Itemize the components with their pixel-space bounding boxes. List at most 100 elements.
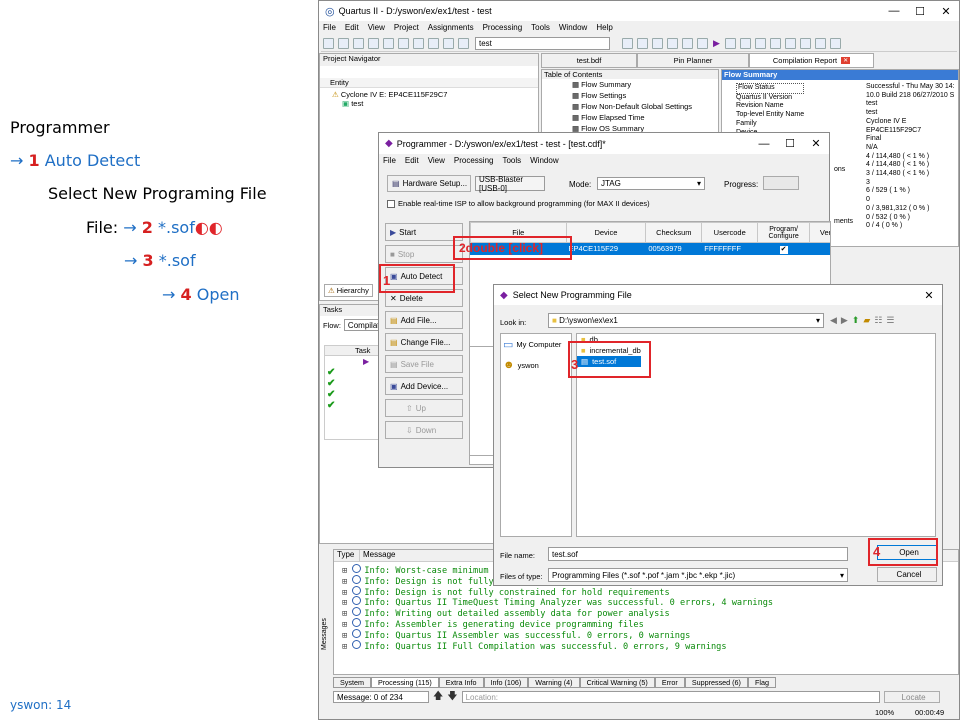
col-usercode[interactable]: Usercode <box>701 222 759 243</box>
message-tab[interactable]: Warning (4) <box>528 677 580 688</box>
copy-icon[interactable] <box>413 38 424 49</box>
stop-button[interactable]: ■ Stop <box>385 245 463 263</box>
menu-file[interactable]: File <box>323 23 336 32</box>
msg-col-type[interactable]: Type <box>334 550 360 561</box>
programmer-minimize-button[interactable]: — <box>751 135 777 153</box>
sopc-icon[interactable] <box>829 38 841 49</box>
message-row[interactable]: ⊞ Info: Quartus II Assembler was success… <box>342 628 958 641</box>
up-button[interactable]: ⇧ Up <box>385 399 463 417</box>
clock-icon[interactable] <box>769 38 781 49</box>
message-row[interactable]: ⊞ Info: Quartus II TimeQuest Timing Anal… <box>342 596 958 608</box>
settings-icon[interactable] <box>622 38 633 49</box>
close-tab-icon[interactable]: ✕ <box>841 57 851 64</box>
place-my-computer[interactable]: ▭ My Computer <box>501 334 571 355</box>
arrow-down-icon[interactable]: 🡇 <box>447 689 457 706</box>
menu-edit[interactable]: Edit <box>345 23 359 32</box>
message-tab[interactable]: Extra Info <box>438 677 484 688</box>
menu-assignments[interactable]: Assignments <box>428 23 474 32</box>
tab-pin-planner[interactable]: Pin Planner <box>637 53 749 68</box>
start-button[interactable]: ▶ Start <box>385 223 463 241</box>
chip-icon[interactable] <box>637 38 648 49</box>
programmer-close-button[interactable]: ✕ <box>803 135 829 153</box>
new-folder-icon[interactable]: ▰ <box>863 315 870 326</box>
cancel-button[interactable]: Cancel <box>877 567 937 582</box>
hardware-setup-button[interactable]: ▤ Hardware Setup... <box>387 175 471 192</box>
file-dialog-close-button[interactable]: ✕ <box>916 286 942 304</box>
prog-menu-tools[interactable]: Tools <box>502 156 521 165</box>
msg-col-message[interactable]: Message <box>360 550 395 561</box>
programmer-icon[interactable] <box>799 38 811 49</box>
mode-select[interactable]: JTAG ▾ <box>597 177 705 190</box>
message-row[interactable]: ⊞ Info: Quartus II Full Compilation was … <box>342 639 958 652</box>
close-button[interactable]: ✕ <box>933 2 959 20</box>
forward-icon[interactable]: ▶ <box>841 315 848 326</box>
col-device[interactable]: Device <box>565 222 647 243</box>
save-icon[interactable] <box>353 38 364 49</box>
save-file-button[interactable]: ▤ Save File <box>385 355 463 373</box>
prog-menu-view[interactable]: View <box>428 156 445 165</box>
prog-menu-file[interactable]: File <box>383 156 396 165</box>
message-row[interactable]: ⊞ Info: Design is not fully constrained … <box>342 585 958 598</box>
message-tab[interactable]: System <box>333 677 371 688</box>
print-icon[interactable] <box>383 38 394 49</box>
list-view-icon[interactable]: ☷ <box>874 315 882 326</box>
tab-compilation-report[interactable]: Compilation Report ✕ <box>749 53 874 68</box>
toc-item[interactable]: ▦ Flow Settings <box>572 90 718 101</box>
message-tab[interactable]: Processing (115) <box>370 677 439 688</box>
col-verify[interactable]: Ver <box>809 222 830 243</box>
redo-icon[interactable] <box>458 38 469 49</box>
open-icon[interactable] <box>338 38 349 49</box>
detail-view-icon[interactable]: ☰ <box>886 315 894 326</box>
down-button[interactable]: ⇩ Down <box>385 421 463 439</box>
minimize-button[interactable]: — <box>881 2 907 20</box>
menu-project[interactable]: Project <box>394 23 419 32</box>
analyze-icon[interactable] <box>667 38 678 49</box>
undo-icon[interactable] <box>443 38 454 49</box>
project-select[interactable]: test <box>475 37 610 50</box>
place-yswon[interactable]: ☻ yswon <box>501 355 571 375</box>
up-folder-icon[interactable]: ⬆ <box>852 315 860 326</box>
new-icon[interactable] <box>323 38 334 49</box>
message-row[interactable]: ⊞ Info: Assembler is generating device p… <box>342 617 958 630</box>
saveall-icon[interactable] <box>368 38 379 49</box>
arrow-up-icon[interactable]: 🡅 <box>433 689 443 706</box>
menu-view[interactable]: View <box>368 23 385 32</box>
prog-menu-edit[interactable]: Edit <box>405 156 419 165</box>
menu-processing[interactable]: Processing <box>483 23 523 32</box>
entity-node[interactable]: ▣ test <box>320 99 538 108</box>
file-type-select[interactable]: Programming Files (*.sof *.pof *.jam *.j… <box>548 568 848 582</box>
toc-item[interactable]: ▦ Flow Non-Default Global Settings <box>572 101 718 112</box>
paste-icon[interactable] <box>428 38 439 49</box>
device-node[interactable]: ⚠ Cyclone IV E: EP4CE115F29C7 <box>320 90 538 99</box>
message-tab[interactable]: Info (106) <box>483 677 529 688</box>
rtl-icon[interactable] <box>739 38 751 49</box>
programmer-maximize-button[interactable]: ☐ <box>777 135 803 153</box>
start-compilation-icon[interactable]: ▶ <box>713 38 720 49</box>
file-name-input[interactable]: test.sof <box>548 547 848 561</box>
fitter-icon[interactable] <box>697 38 708 49</box>
tab-test-bdf[interactable]: test.bdf <box>541 53 637 68</box>
cell-verify[interactable] <box>809 242 830 255</box>
timing-icon[interactable] <box>724 38 736 49</box>
col-program-configure[interactable]: Program/ Configure <box>757 222 811 243</box>
message-tab[interactable]: Error <box>654 677 685 688</box>
prog-menu-window[interactable]: Window <box>530 156 558 165</box>
isp-checkbox-row[interactable]: Enable real-time ISP to allow background… <box>387 199 650 208</box>
menu-tools[interactable]: Tools <box>531 23 550 32</box>
prog-menu-processing[interactable]: Processing <box>454 156 494 165</box>
add-device-button[interactable]: ▣ Add Device... <box>385 377 463 395</box>
look-in-select[interactable]: ■ D:\yswon\ex\ex1 ▾ <box>548 313 824 328</box>
pin-icon[interactable] <box>652 38 663 49</box>
location-input[interactable]: Location: <box>461 691 880 703</box>
cut-icon[interactable] <box>398 38 409 49</box>
menu-help[interactable]: Help <box>596 23 612 32</box>
message-tab[interactable]: Suppressed (6) <box>684 677 748 688</box>
hierarchy-tab[interactable]: ⚠ Hierarchy <box>324 284 373 297</box>
cell-program-checkbox[interactable]: ✔ <box>757 242 811 255</box>
message-row[interactable]: ⊞ Info: Writing out detailed assembly da… <box>342 607 958 619</box>
chipplanner-icon[interactable] <box>814 38 826 49</box>
add-file-button[interactable]: ▤ Add File... <box>385 311 463 329</box>
col-checksum[interactable]: Checksum <box>645 222 703 243</box>
synth-icon[interactable] <box>682 38 693 49</box>
maximize-button[interactable]: ☐ <box>907 2 933 20</box>
